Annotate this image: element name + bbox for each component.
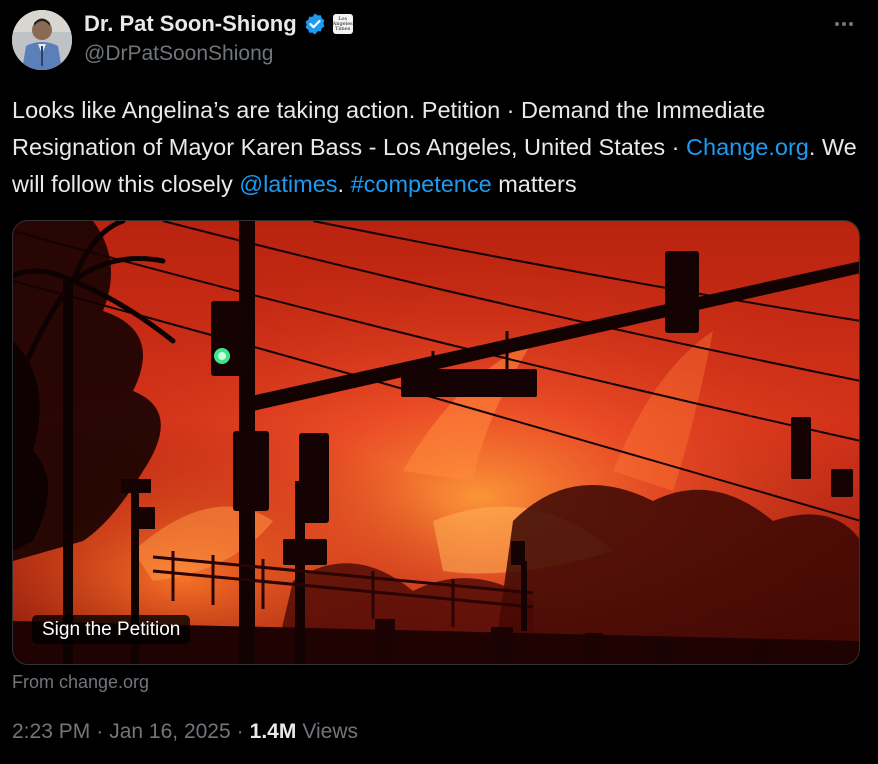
latimes-mention-link[interactable]: @latimes [239,171,337,197]
tweet-time[interactable]: 2:23 PM [12,720,90,744]
meta-separator: · [236,720,244,743]
author-display-name[interactable]: Dr. Pat Soon-Shiong [84,11,297,37]
tweet-text-part: matters [491,171,577,197]
tweet-date[interactable]: Jan 16, 2025 [109,720,230,744]
tweet-text: Looks like Angelina’s are taking action.… [12,92,862,203]
change-org-link[interactable]: Change.org [686,134,809,160]
views-count[interactable]: 1.4M [250,720,297,744]
verified-badge-icon[interactable] [303,12,327,36]
tweet: Dr. Pat Soon-Shiong Los Angeles Times @D… [0,0,878,764]
tweet-text-part: . [337,171,351,197]
meta-separator: · [96,720,104,743]
link-card-image[interactable] [12,220,860,665]
affiliation-badge-text: Los Angeles Times [332,15,353,32]
views-label: Views [302,720,358,743]
tweet-meta: 2:23 PM · Jan 16, 2025 · 1.4M Views [12,720,358,744]
more-options-icon[interactable] [830,14,858,34]
affiliation-badge-icon[interactable]: Los Angeles Times [332,14,353,34]
avatar[interactable] [12,10,72,70]
competence-hashtag-link[interactable]: #competence [351,171,492,197]
sign-the-petition-label[interactable]: Sign the Petition [32,615,191,644]
author-handle[interactable]: @DrPatSoonShiong [84,42,273,66]
author-name-row: Dr. Pat Soon-Shiong Los Angeles Times [84,10,353,38]
card-source-link[interactable]: From change.org [12,672,149,693]
tweet-text-part: Looks like Angelina’s are taking action.… [12,97,766,160]
